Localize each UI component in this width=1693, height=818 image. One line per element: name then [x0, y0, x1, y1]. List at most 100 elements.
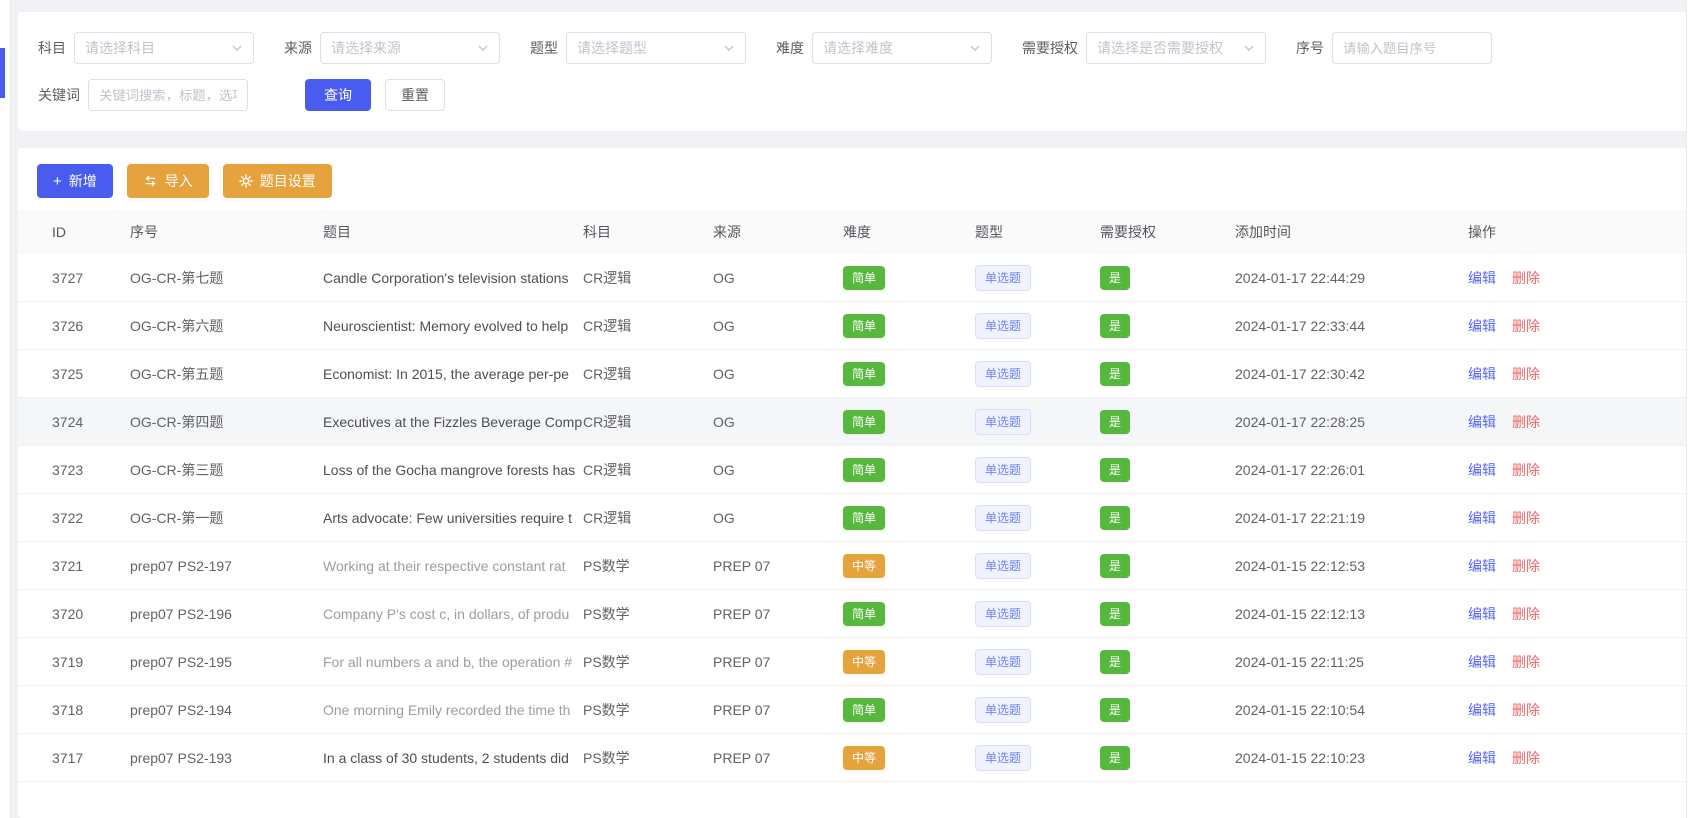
- table-row: 3717prep07 PS2-193In a class of 30 stude…: [18, 734, 1693, 782]
- add-button[interactable]: + 新增: [37, 164, 113, 198]
- edit-link[interactable]: 编辑: [1468, 366, 1496, 382]
- subject-select[interactable]: 请选择科目: [74, 32, 254, 64]
- scrollbar-track[interactable]: [1686, 0, 1693, 818]
- chevron-down-icon: [477, 42, 489, 54]
- cell-source: PREP 07: [713, 606, 843, 622]
- header-id: ID: [52, 224, 130, 240]
- import-arrows-icon: [143, 174, 158, 188]
- header-difficulty: 难度: [843, 222, 975, 242]
- delete-link[interactable]: 删除: [1512, 270, 1540, 286]
- cell-title: One morning Emily recorded the time th: [323, 702, 583, 718]
- chevron-down-icon: [231, 42, 243, 54]
- cell-added-time: 2024-01-17 22:21:19: [1235, 510, 1468, 526]
- cell-added-time: 2024-01-17 22:44:29: [1235, 270, 1468, 286]
- edit-link[interactable]: 编辑: [1468, 318, 1496, 334]
- edit-link[interactable]: 编辑: [1468, 462, 1496, 478]
- cell-question-type: 单选题: [975, 649, 1100, 675]
- cell-auth: 是: [1100, 698, 1235, 722]
- questions-table: ID 序号 题目 科目 来源 难度 题型 需要授权 添加时间 操作 3727OG…: [18, 210, 1693, 782]
- cell-question-type: 单选题: [975, 457, 1100, 483]
- cell-added-time: 2024-01-15 22:10:54: [1235, 702, 1468, 718]
- question-type-select-placeholder: 请选择题型: [577, 38, 647, 58]
- cell-source: OG: [713, 270, 843, 286]
- delete-link[interactable]: 删除: [1512, 750, 1540, 766]
- delete-link[interactable]: 删除: [1512, 462, 1540, 478]
- cell-title: Executives at the Fizzles Beverage Comp: [323, 414, 583, 430]
- cell-source: OG: [713, 462, 843, 478]
- cell-id: 3727: [52, 270, 130, 286]
- header-subject: 科目: [583, 222, 713, 242]
- cell-difficulty: 简单: [843, 314, 975, 338]
- header-added-time: 添加时间: [1235, 222, 1468, 242]
- cell-title: Candle Corporation's television stations: [323, 270, 583, 286]
- delete-link[interactable]: 删除: [1512, 318, 1540, 334]
- collapsed-sidebar: [0, 0, 11, 818]
- table-row: 3720prep07 PS2-196Company P's cost c, in…: [18, 590, 1693, 638]
- table-row: 3726OG-CR-第六题Neuroscientist: Memory evol…: [18, 302, 1693, 350]
- cell-difficulty: 简单: [843, 506, 975, 530]
- cell-auth: 是: [1100, 458, 1235, 482]
- cell-subject: PS数学: [583, 604, 713, 624]
- delete-link[interactable]: 删除: [1512, 606, 1540, 622]
- question-type-select[interactable]: 请选择题型: [566, 32, 746, 64]
- cell-title: In a class of 30 students, 2 students di…: [323, 750, 583, 766]
- cell-auth: 是: [1100, 554, 1235, 578]
- cell-actions: 编辑删除: [1468, 268, 1693, 288]
- import-button[interactable]: 导入: [127, 164, 209, 198]
- delete-link[interactable]: 删除: [1512, 510, 1540, 526]
- cell-source: OG: [713, 366, 843, 382]
- cell-source: PREP 07: [713, 750, 843, 766]
- difficulty-badge: 简单: [843, 362, 885, 386]
- settings-button[interactable]: 题目设置: [223, 164, 332, 198]
- delete-link[interactable]: 删除: [1512, 558, 1540, 574]
- serial-input[interactable]: [1332, 32, 1492, 64]
- difficulty-badge: 简单: [843, 314, 885, 338]
- edit-link[interactable]: 编辑: [1468, 702, 1496, 718]
- edit-link[interactable]: 编辑: [1468, 270, 1496, 286]
- delete-link[interactable]: 删除: [1512, 702, 1540, 718]
- difficulty-badge: 中等: [843, 554, 885, 578]
- delete-link[interactable]: 删除: [1512, 366, 1540, 382]
- cell-serial: prep07 PS2-195: [130, 654, 323, 670]
- header-serial: 序号: [130, 222, 323, 242]
- auth-badge: 是: [1100, 554, 1130, 578]
- edit-link[interactable]: 编辑: [1468, 414, 1496, 430]
- table-row: 3725OG-CR-第五题Economist: In 2015, the ave…: [18, 350, 1693, 398]
- delete-link[interactable]: 删除: [1512, 414, 1540, 430]
- question-type-badge: 单选题: [975, 745, 1031, 771]
- header-actions: 操作: [1468, 222, 1693, 242]
- edit-link[interactable]: 编辑: [1468, 510, 1496, 526]
- cell-added-time: 2024-01-15 22:12:13: [1235, 606, 1468, 622]
- chevron-down-icon: [723, 42, 735, 54]
- cell-actions: 编辑删除: [1468, 604, 1693, 624]
- cell-id: 3724: [52, 414, 130, 430]
- difficulty-badge: 简单: [843, 602, 885, 626]
- cell-subject: CR逻辑: [583, 316, 713, 336]
- delete-link[interactable]: 删除: [1512, 654, 1540, 670]
- cell-serial: prep07 PS2-196: [130, 606, 323, 622]
- cell-difficulty: 简单: [843, 266, 975, 290]
- edit-link[interactable]: 编辑: [1468, 654, 1496, 670]
- edit-link[interactable]: 编辑: [1468, 750, 1496, 766]
- reset-button[interactable]: 重置: [385, 79, 445, 111]
- cell-title: Arts advocate: Few universities require …: [323, 510, 583, 526]
- question-type-badge: 单选题: [975, 505, 1031, 531]
- auth-select[interactable]: 请选择是否需要授权: [1086, 32, 1266, 64]
- difficulty-select[interactable]: 请选择难度: [812, 32, 992, 64]
- gear-icon: [239, 174, 253, 188]
- cell-id: 3726: [52, 318, 130, 334]
- search-button[interactable]: 查询: [305, 79, 371, 111]
- cell-difficulty: 中等: [843, 554, 975, 578]
- edit-link[interactable]: 编辑: [1468, 606, 1496, 622]
- edit-link[interactable]: 编辑: [1468, 558, 1496, 574]
- cell-id: 3725: [52, 366, 130, 382]
- cell-difficulty: 简单: [843, 362, 975, 386]
- keyword-input[interactable]: [88, 79, 248, 111]
- header-source: 来源: [713, 222, 843, 242]
- sidebar-active-indicator: [0, 48, 5, 98]
- source-select[interactable]: 请选择来源: [320, 32, 500, 64]
- header-auth: 需要授权: [1100, 222, 1235, 242]
- table-body: 3727OG-CR-第七题Candle Corporation's televi…: [18, 254, 1693, 782]
- auth-badge: 是: [1100, 506, 1130, 530]
- filter-group-difficulty: 难度 请选择难度: [776, 32, 992, 64]
